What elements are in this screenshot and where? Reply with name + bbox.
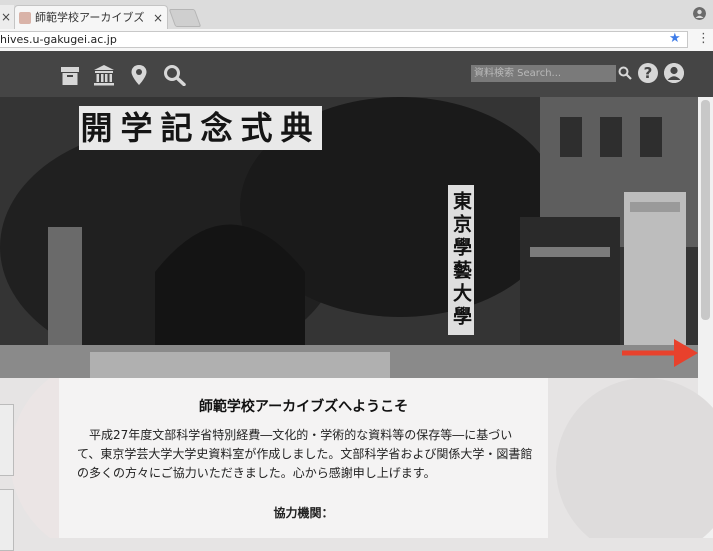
archive-box-icon[interactable] — [60, 64, 80, 86]
favicon-icon — [19, 12, 31, 24]
bookmark-star-icon[interactable]: ★ — [669, 31, 681, 46]
hero-vertical-sign: 東京學藝大學 — [448, 185, 474, 335]
site-header: ? — [0, 51, 713, 97]
intro-paragraph: 平成27年度文部科学省特別経費―文化的・学術的な資料等の保存等―に基づいて、東京… — [77, 428, 533, 480]
tab-close-icon[interactable]: × — [153, 6, 163, 30]
new-tab-button[interactable] — [168, 9, 202, 27]
side-panel-edge[interactable] — [0, 489, 14, 551]
tab-title: 師範学校アーカイブズ トップペー — [35, 11, 145, 24]
partners-heading: 協力機関： — [273, 506, 334, 520]
side-panel-edge[interactable] — [0, 404, 14, 476]
user-account-icon[interactable] — [664, 63, 684, 83]
decorative-circle — [556, 378, 713, 538]
tab-close-icon[interactable]: × — [1, 5, 11, 29]
hero-banner-sign: 開学記念式典 — [79, 106, 322, 150]
tab-active[interactable]: 師範学校アーカイブズ トップペー × — [14, 5, 168, 29]
site-search-input[interactable] — [471, 65, 616, 82]
welcome-title: 師範学校アーカイブズへようこそ — [198, 399, 409, 415]
museum-icon[interactable] — [93, 64, 115, 86]
url-field[interactable]: hives.u-gakugei.ac.jp — [0, 31, 688, 48]
map-pin-icon[interactable] — [130, 64, 148, 86]
help-icon[interactable]: ? — [638, 63, 658, 83]
search-submit-icon[interactable] — [618, 66, 632, 80]
scrollbar-thumb[interactable] — [701, 100, 710, 320]
browser-tab-strip: × 師範学校アーカイブズ トップペー × — [0, 0, 713, 30]
address-bar: hives.u-gakugei.ac.jp ★ ⋮ — [0, 29, 713, 52]
welcome-panel: 師範学校アーカイブズへようこそ 平成27年度文部科学省特別経費―文化的・学術的な… — [59, 378, 548, 538]
search-icon[interactable] — [163, 64, 187, 86]
tab-previous[interactable]: × — [0, 5, 14, 29]
browser-menu-icon[interactable]: ⋮ — [697, 30, 710, 47]
red-arrow-icon — [622, 339, 698, 367]
browser-profile-icon[interactable] — [693, 7, 706, 20]
hero-photo: 開学記念式典 東京學藝大學 — [0, 97, 698, 378]
